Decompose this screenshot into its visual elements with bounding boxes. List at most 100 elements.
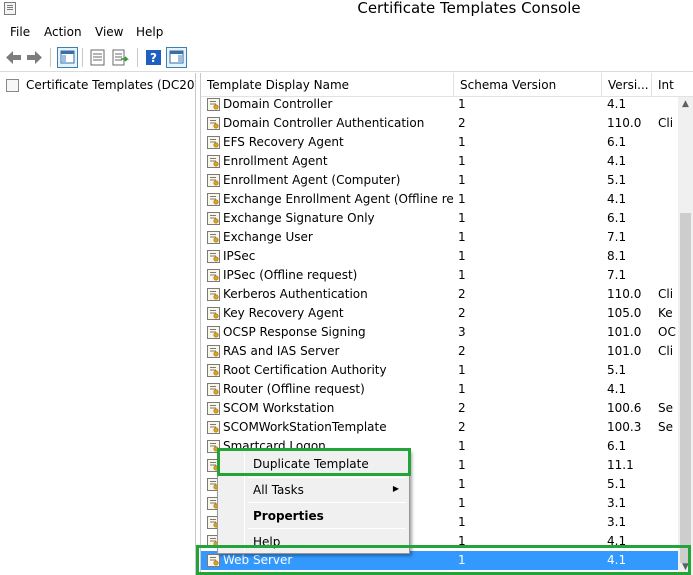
context-menu-properties[interactable]: Properties bbox=[220, 505, 407, 527]
template-name-cell: Exchange User bbox=[223, 230, 313, 244]
title-bar: Certificate Templates Console bbox=[0, 0, 693, 21]
svg-text:?: ? bbox=[150, 51, 157, 65]
table-row[interactable]: Exchange Signature Only 1 6.1 bbox=[201, 209, 679, 228]
column-header-schema-version[interactable]: Schema Version bbox=[454, 73, 602, 97]
table-row[interactable]: OCSP Response Signing 3 101.0 OC bbox=[201, 323, 679, 342]
schema-version-cell: 1 bbox=[458, 192, 466, 206]
certificate-template-icon bbox=[207, 117, 220, 130]
table-row[interactable]: RAS and IAS Server 2 101.0 Cli bbox=[201, 342, 679, 361]
table-row[interactable]: Domain Controller 1 4.1 bbox=[201, 95, 679, 114]
tree-item-certificate-templates[interactable]: Certificate Templates (DC2012.F bbox=[6, 77, 196, 94]
template-name-cell: Domain Controller Authentication bbox=[223, 116, 425, 130]
template-name-cell: Kerberos Authentication bbox=[223, 287, 368, 301]
submenu-arrow-icon: ▶ bbox=[392, 484, 399, 493]
table-row[interactable]: IPSec (Offline request) 1 7.1 bbox=[201, 266, 679, 285]
version-cell: 4.1 bbox=[607, 154, 627, 168]
table-row[interactable]: Router (Offline request) 1 4.1 bbox=[201, 380, 679, 399]
context-menu-item-label: All Tasks bbox=[253, 483, 304, 497]
version-cell: 101.0 bbox=[607, 344, 642, 358]
certificate-template-icon bbox=[207, 383, 220, 396]
table-row[interactable]: Enrollment Agent 1 4.1 bbox=[201, 152, 679, 171]
certificate-template-icon bbox=[207, 174, 220, 187]
template-name-cell: RAS and IAS Server bbox=[223, 344, 340, 358]
certificate-template-icon bbox=[207, 364, 220, 377]
context-menu-item-label: Properties bbox=[253, 509, 324, 523]
version-cell: 4.1 bbox=[607, 192, 627, 206]
column-header-template-display-name[interactable]: Template Display Name bbox=[201, 73, 454, 97]
table-row[interactable]: Kerberos Authentication 2 110.0 Cli bbox=[201, 285, 679, 304]
template-name-cell: SCOM Workstation bbox=[223, 401, 335, 415]
table-row[interactable]: IPSec 1 8.1 bbox=[201, 247, 679, 266]
schema-version-cell: 2 bbox=[458, 306, 466, 320]
schema-version-cell: 1 bbox=[458, 154, 466, 168]
table-row[interactable]: Domain Controller Authentication 2 110.0 Cl… bbox=[201, 114, 679, 133]
show-hide-action-pane-icon[interactable] bbox=[166, 47, 187, 68]
menu-action[interactable]: Action bbox=[44, 25, 82, 39]
table-row[interactable]: SCOMWorkStationTemplate 2 100.3 Se bbox=[201, 418, 679, 437]
column-header-intended-purposes[interactable]: Int bbox=[652, 73, 693, 97]
certificate-template-icon bbox=[207, 136, 220, 149]
help-icon[interactable]: ? bbox=[143, 47, 164, 68]
back-icon[interactable] bbox=[3, 47, 24, 68]
table-row[interactable]: Exchange Enrollment Agent (Offline requ.… bbox=[201, 190, 679, 209]
intended-purposes-cell: Cli bbox=[658, 344, 674, 358]
intended-purposes-cell: Se bbox=[658, 420, 673, 434]
toolbar-separator bbox=[50, 48, 51, 67]
table-row[interactable]: Key Recovery Agent 2 105.0 Ke bbox=[201, 304, 679, 323]
template-name-cell: Key Recovery Agent bbox=[223, 306, 344, 320]
schema-version-cell: 2 bbox=[458, 401, 466, 415]
table-row[interactable]: SCOM Workstation 2 100.6 Se bbox=[201, 399, 679, 418]
schema-version-cell: 1 bbox=[458, 515, 466, 529]
template-name-cell: IPSec bbox=[223, 249, 256, 263]
schema-version-cell: 1 bbox=[458, 458, 466, 472]
version-cell: 3.1 bbox=[607, 515, 627, 529]
template-name-cell: SCOMWorkStationTemplate bbox=[223, 420, 387, 434]
column-header-version[interactable]: Versi... bbox=[602, 73, 652, 97]
template-name-cell: Exchange Signature Only bbox=[223, 211, 375, 225]
certificate-template-icon bbox=[207, 288, 220, 301]
schema-version-cell: 1 bbox=[458, 268, 466, 282]
table-row[interactable]: Enrollment Agent (Computer) 1 5.1 bbox=[201, 171, 679, 190]
menu-view[interactable]: View bbox=[95, 25, 123, 39]
table-row[interactable]: Root Certification Authority 1 5.1 bbox=[201, 361, 679, 380]
template-name-cell: Domain Controller bbox=[223, 97, 333, 111]
intended-purposes-cell: OC bbox=[658, 325, 676, 339]
version-cell: 4.1 bbox=[607, 97, 627, 111]
version-cell: 6.1 bbox=[607, 211, 627, 225]
table-row[interactable]: EFS Recovery Agent 1 6.1 bbox=[201, 133, 679, 152]
schema-version-cell: 1 bbox=[458, 97, 466, 111]
certificate-template-icon bbox=[207, 212, 220, 225]
schema-version-cell: 1 bbox=[458, 363, 466, 377]
version-cell: 8.1 bbox=[607, 249, 627, 263]
schema-version-cell: 1 bbox=[458, 439, 466, 453]
forward-icon[interactable] bbox=[24, 47, 45, 68]
template-name-cell: Enrollment Agent (Computer) bbox=[223, 173, 401, 187]
certificate-templates-icon bbox=[6, 79, 19, 92]
vertical-scrollbar[interactable]: ▲ ▼ bbox=[678, 97, 693, 575]
schema-version-cell: 3 bbox=[458, 325, 466, 339]
certificate-template-icon bbox=[207, 98, 220, 111]
version-cell: 5.1 bbox=[607, 173, 627, 187]
certificate-template-icon bbox=[207, 345, 220, 358]
properties-icon[interactable] bbox=[87, 47, 108, 68]
window-title: Certificate Templates Console bbox=[357, 0, 581, 17]
menu-help[interactable]: Help bbox=[136, 25, 163, 39]
version-cell: 5.1 bbox=[607, 363, 627, 377]
version-cell: 3.1 bbox=[607, 496, 627, 510]
schema-version-cell: 2 bbox=[458, 344, 466, 358]
version-cell: 7.1 bbox=[607, 230, 627, 244]
tree-item-label: Certificate Templates (DC2012.F bbox=[26, 78, 196, 92]
export-list-icon[interactable] bbox=[110, 47, 131, 68]
menu-file[interactable]: File bbox=[10, 25, 30, 39]
version-cell: 11.1 bbox=[607, 458, 634, 472]
scrollbar-thumb[interactable] bbox=[680, 213, 691, 563]
menu-bar: File Action View Help bbox=[0, 22, 693, 42]
context-menu-all-tasks[interactable]: All Tasks ▶ bbox=[220, 479, 407, 501]
context-menu-separator bbox=[248, 528, 406, 529]
table-row[interactable]: Exchange User 1 7.1 bbox=[201, 228, 679, 247]
scroll-up-icon[interactable]: ▲ bbox=[678, 97, 693, 112]
certificate-template-icon bbox=[207, 193, 220, 206]
version-cell: 5.1 bbox=[607, 477, 627, 491]
schema-version-cell: 1 bbox=[458, 173, 466, 187]
show-hide-console-tree-icon[interactable] bbox=[57, 47, 78, 68]
